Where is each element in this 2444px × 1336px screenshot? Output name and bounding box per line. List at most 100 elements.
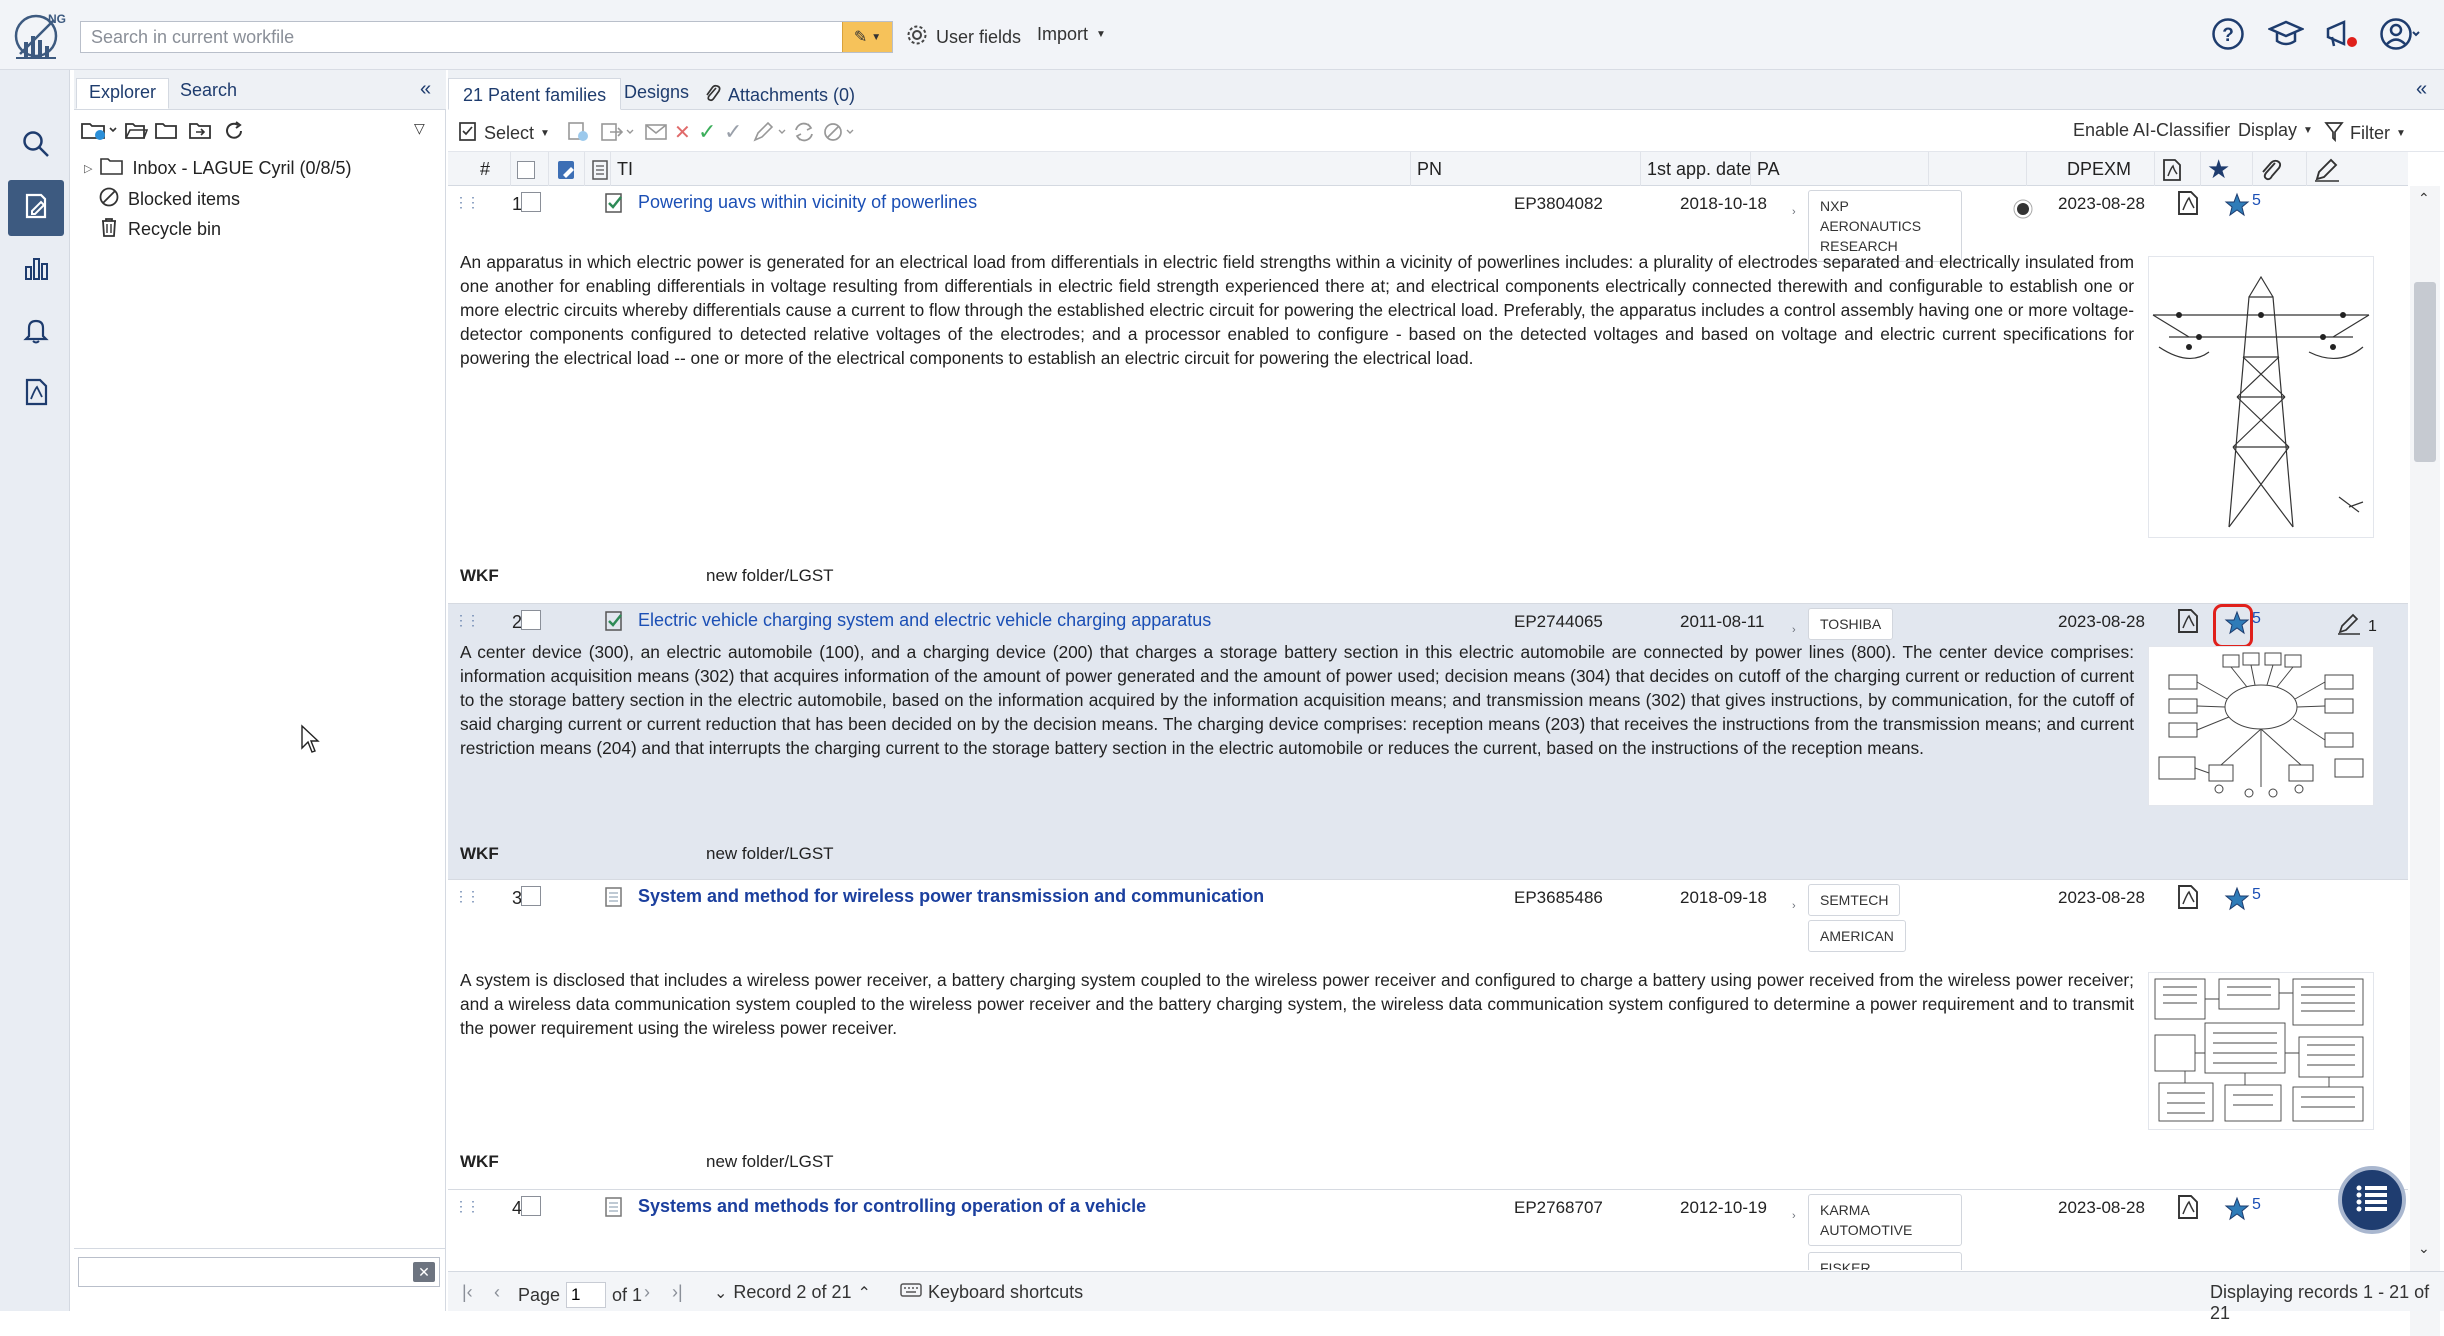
rail-analytics-button[interactable] (8, 242, 64, 298)
pa-expand-icon[interactable]: › (1792, 624, 1796, 636)
rating-control[interactable]: 5 (2224, 886, 2261, 917)
next-record-icon[interactable]: ⌄ (714, 1283, 727, 1303)
annotate-menu-icon[interactable] (752, 121, 788, 148)
record-pa-badge[interactable]: AMERICAN (1808, 920, 1906, 952)
select-all-checkbox[interactable] (517, 161, 535, 180)
new-folder-menu-icon[interactable] (80, 118, 118, 147)
check-grey-icon[interactable]: ✓ (724, 119, 742, 145)
col-header-blank[interactable] (1928, 152, 2018, 186)
rating-control[interactable]: 5 (2224, 1196, 2261, 1227)
row-checkbox[interactable] (521, 1196, 541, 1216)
prev-record-icon[interactable]: ⌃ (857, 1283, 870, 1303)
scroll-up-icon[interactable]: ⌃ (2418, 190, 2430, 207)
open-folder-icon[interactable] (124, 120, 149, 147)
row-checkbox[interactable] (521, 886, 541, 906)
results-scrollbar[interactable]: ⌃ ⌄ (2410, 186, 2440, 1336)
tab-attachments[interactable]: Attachments (0) (704, 82, 855, 109)
row-checkbox[interactable] (521, 610, 541, 630)
keyboard-shortcuts-button[interactable]: Keyboard shortcuts (900, 1282, 1083, 1303)
filter-menu[interactable]: Filter ▼ (2324, 120, 2406, 147)
first-page-button[interactable]: |‹ (462, 1282, 473, 1303)
record-drawing-thumbnail[interactable] (2148, 972, 2374, 1130)
record-pa-badge[interactable]: TOSHIBA (1808, 608, 1894, 640)
graduation-cap-icon[interactable] (2266, 14, 2306, 54)
record-title-link[interactable]: System and method for wireless power tra… (638, 886, 1264, 907)
record-title-link[interactable]: Powering uavs within vicinity of powerli… (638, 192, 977, 213)
sync-icon[interactable] (792, 121, 816, 148)
col-header-annotations[interactable] (2306, 152, 2408, 186)
annotation-count[interactable]: 1 (2336, 612, 2377, 641)
record-drawing-thumbnail[interactable] (2148, 256, 2374, 538)
row-checkbox[interactable] (521, 192, 541, 212)
record-title-link[interactable]: Systems and methods for controlling oper… (638, 1196, 1146, 1217)
import-menu[interactable]: Import ▼ (1037, 24, 1106, 45)
tab-patent-families[interactable]: 21 Patent families (448, 78, 622, 110)
user-avatar-icon[interactable] (2380, 14, 2420, 54)
col-header-pn[interactable]: PN (1410, 152, 1560, 186)
tab-explorer[interactable]: Explorer (76, 78, 170, 109)
move-folder-icon[interactable] (188, 120, 214, 147)
drag-handle-icon[interactable]: ⋮⋮ (454, 194, 480, 211)
app-logo[interactable]: NG (6, 10, 68, 64)
collapse-main-icon[interactable]: « (2416, 78, 2427, 101)
copy-to-folder-icon[interactable] (566, 121, 592, 148)
drag-handle-icon[interactable]: ⋮⋮ (454, 612, 480, 629)
record-pa-badge[interactable]: SEMTECH (1808, 884, 1901, 916)
tree-item-recycle-bin[interactable]: Recycle bin (98, 216, 221, 243)
col-header-edit[interactable] (548, 152, 579, 186)
pa-expand-icon[interactable]: › (1792, 1210, 1796, 1222)
collapse-panel-icon[interactable]: « (420, 78, 431, 101)
pdf-icon[interactable] (2176, 608, 2200, 639)
record-pa-badge[interactable]: KARMA AUTOMOTIVE (1808, 1194, 1962, 1246)
block-menu-icon[interactable] (822, 121, 858, 148)
export-menu-icon[interactable] (600, 121, 636, 148)
rail-alerts-button[interactable] (8, 304, 64, 360)
refresh-icon[interactable] (222, 119, 246, 148)
pdf-icon[interactable] (2176, 884, 2200, 915)
pa-expand-icon[interactable]: › (1792, 206, 1796, 218)
col-header-ti[interactable]: TI (610, 152, 1410, 186)
pdf-icon[interactable] (2176, 1194, 2200, 1225)
chevron-down-icon[interactable]: ▽ (414, 120, 425, 137)
tab-search[interactable]: Search (180, 80, 237, 101)
col-header-select-all[interactable] (510, 152, 535, 186)
check-green-icon[interactable]: ✓ (698, 119, 716, 145)
page-number-input[interactable] (566, 1282, 607, 1308)
clear-filter-icon[interactable]: ✕ (413, 1262, 435, 1282)
announcement-icon[interactable] (2322, 14, 2362, 54)
next-page-button[interactable]: › (644, 1282, 650, 1303)
pdf-icon[interactable] (2176, 190, 2200, 221)
explorer-filter-input[interactable] (79, 1258, 399, 1286)
col-header-rating[interactable]: ★ (2200, 152, 2252, 186)
user-fields-button[interactable]: User fields (906, 24, 1021, 51)
tree-item-inbox[interactable]: ▷ Inbox - LAGUE Cyril (0/8/5) (84, 156, 352, 181)
ai-classifier-toggle[interactable]: Enable AI-Classifier (2073, 120, 2230, 141)
help-icon[interactable]: ? (2208, 14, 2248, 54)
rail-workfile-button[interactable] (8, 180, 64, 236)
mail-icon[interactable] (644, 122, 668, 147)
record-pa-badge[interactable]: FISKER (1808, 1252, 1962, 1270)
scrollbar-thumb[interactable] (2414, 282, 2436, 462)
expand-arrow-icon[interactable]: ▷ (84, 162, 92, 175)
col-header-doc[interactable] (584, 152, 609, 186)
scroll-down-icon[interactable]: ⌄ (2418, 1240, 2430, 1257)
last-page-button[interactable]: ›| (672, 1282, 683, 1303)
col-header-attachments[interactable] (2252, 152, 2306, 186)
col-header-date[interactable]: 1st app. date (1640, 152, 1751, 186)
rail-pdf-button[interactable] (8, 366, 64, 422)
pa-expand-icon[interactable]: › (1792, 900, 1796, 912)
display-menu[interactable]: Display ▼ (2238, 120, 2313, 141)
search-mode-button[interactable]: ✎ ▼ (842, 22, 892, 52)
rating-control[interactable]: 5 (2224, 192, 2261, 223)
record-title-link[interactable]: Electric vehicle charging system and ele… (638, 610, 1211, 631)
table-row[interactable]: ⋮⋮ 3 System and method for wireless powe… (448, 880, 2408, 1190)
select-menu[interactable]: Select ▼ (458, 120, 550, 147)
list-view-fab[interactable] (2338, 1166, 2406, 1234)
rail-search-button[interactable] (8, 118, 64, 174)
rating-control[interactable]: 5 (2224, 610, 2261, 641)
drag-handle-icon[interactable]: ⋮⋮ (454, 1198, 480, 1215)
workfile-search-input[interactable] (81, 22, 842, 52)
delete-icon[interactable]: ✕ (674, 120, 691, 145)
table-row[interactable]: ⋮⋮ 2 Electric vehicle charging system an… (448, 604, 2408, 880)
drag-handle-icon[interactable]: ⋮⋮ (454, 888, 480, 905)
